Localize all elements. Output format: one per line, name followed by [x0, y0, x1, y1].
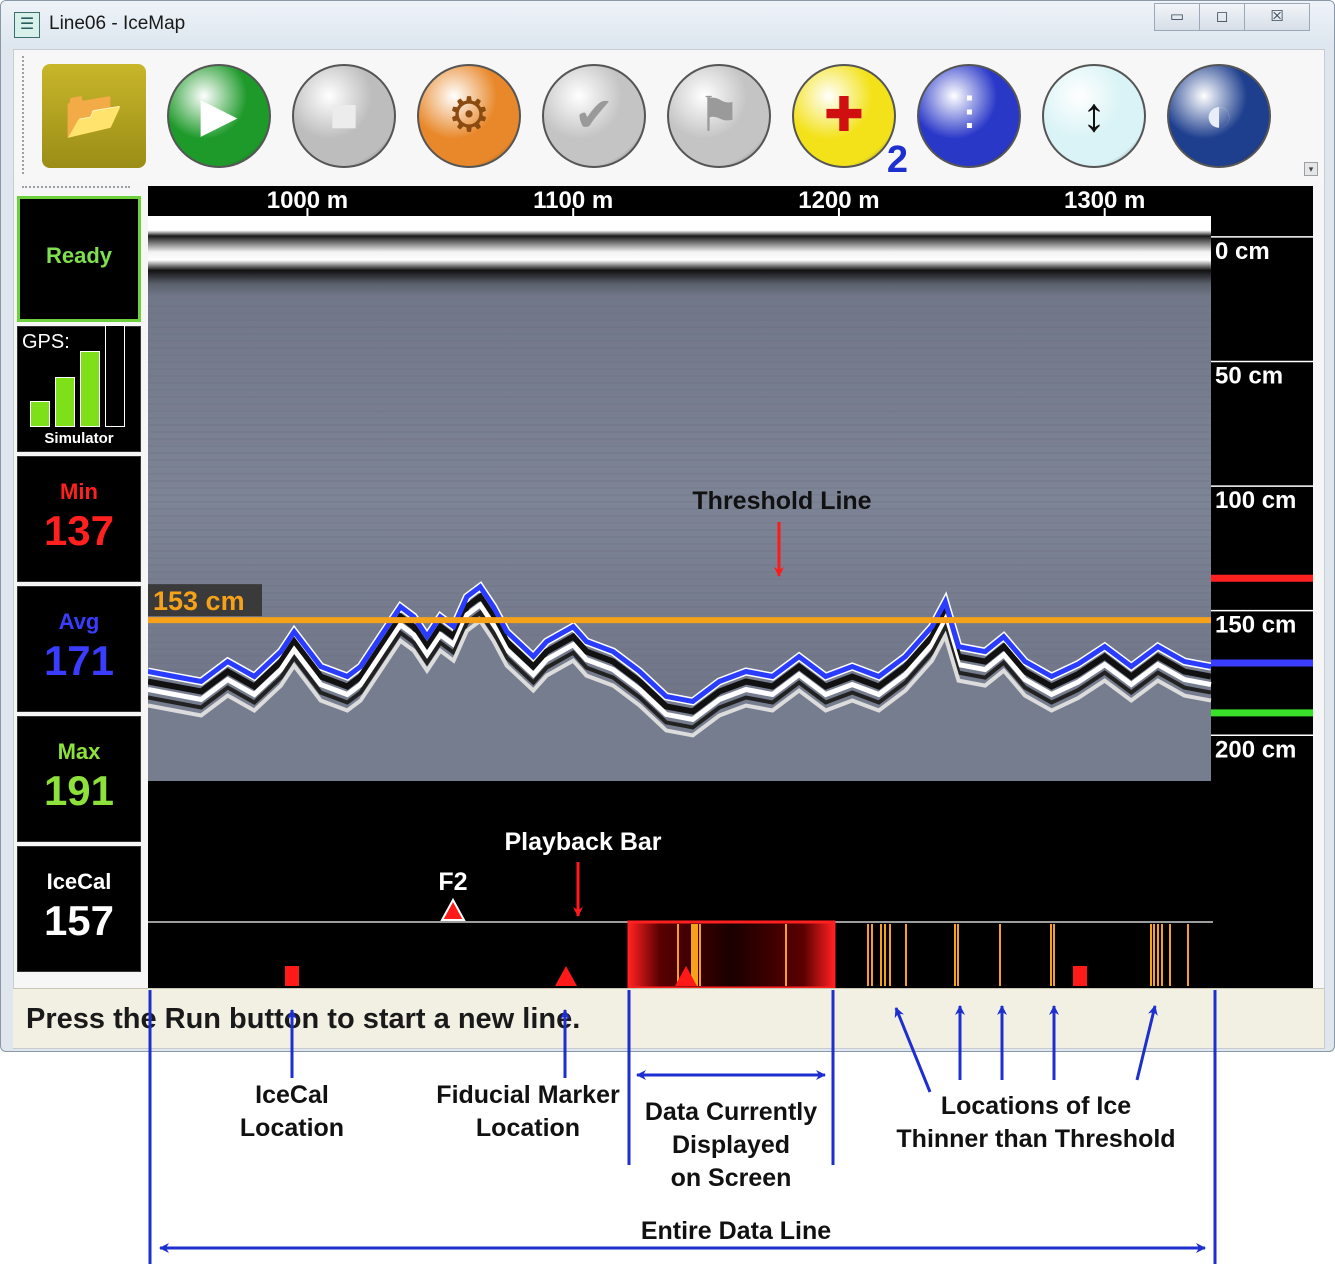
data-displayed-label-1: Data Currently [645, 1098, 817, 1126]
annotation-overlay: Threshold Line Playback Bar IceCal Locat… [148, 487, 1217, 1264]
icecal-location-label-2: Location [240, 1114, 344, 1142]
thin-ice-arrow-5 [1135, 1005, 1158, 1081]
threshold-line-annotation: Threshold Line [692, 487, 871, 515]
entire-line-label: Entire Data Line [641, 1217, 831, 1245]
thin-ice-label-2: Thinner than Threshold [896, 1125, 1175, 1153]
playback-bar-annotation: Playback Bar [504, 828, 661, 856]
data-displayed-label-2: Displayed [672, 1131, 790, 1159]
thin-ice-label-1: Locations of Ice [941, 1092, 1131, 1120]
fiducial-location-label-2: Location [476, 1114, 580, 1142]
thin-ice-arrow-1 [894, 1007, 932, 1093]
data-displayed-label-3: on Screen [671, 1164, 792, 1192]
icecal-location-label-1: IceCal [255, 1081, 329, 1109]
screenshot: ☰ Line06 - IceMap ▭ ◻ ☒ 📂 ▶ ■ ⚙ ✔ ⚑ ✚ 2 ⫶ ↕ ◐ ▾ Re… [0, 0, 1335, 1267]
fiducial-location-label-1: Fiducial Marker [436, 1081, 620, 1109]
